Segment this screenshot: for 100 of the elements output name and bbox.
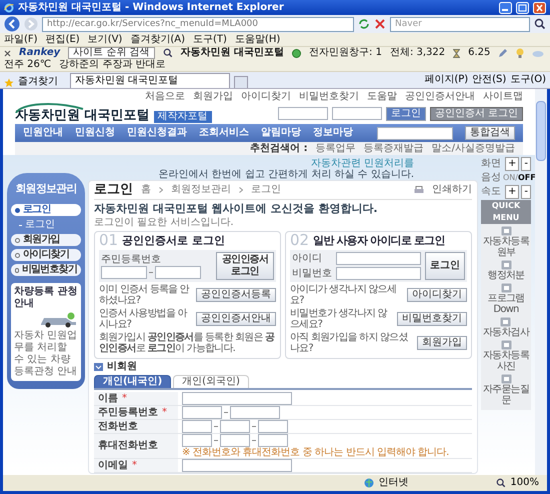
menu-item[interactable]: 즐겨찾기(A) — [130, 34, 185, 46]
quick-menu-item[interactable]: 행정처분 — [488, 260, 524, 281]
tab[interactable]: 개인(외국인) — [173, 375, 249, 388]
sidebar-item[interactable]: 비밀번호찾기 — [11, 264, 81, 276]
top-link[interactable]: 처음으로 — [145, 91, 185, 103]
input-field[interactable] — [377, 126, 453, 140]
forward-icon[interactable] — [24, 17, 38, 31]
input-field[interactable] — [220, 420, 250, 433]
top-link[interactable]: 사이트맵 — [483, 91, 523, 103]
menu-item[interactable]: 보기(V) — [88, 34, 122, 46]
close-icon[interactable] — [4, 50, 11, 56]
sidebar-subitem[interactable]: 로그인 — [11, 219, 81, 231]
menu-item[interactable]: 도움말(H) — [234, 34, 280, 46]
search-button[interactable]: 통합검색 — [465, 126, 515, 140]
top-link[interactable]: 도움말 — [367, 91, 397, 103]
nav-item[interactable]: 알림마당 — [261, 127, 301, 139]
input-field[interactable] — [182, 459, 292, 472]
help-button[interactable]: 공인인증서안내 — [196, 312, 276, 326]
nav-item[interactable]: 민원안내 — [23, 127, 63, 139]
menu-item[interactable]: 도구(T) — [193, 34, 227, 46]
quick-menu-item[interactable]: 자동차등록원부 — [481, 226, 531, 258]
help-text: 아이디가 생각나지 않으세요? — [290, 284, 397, 306]
quick-menu-item[interactable]: 자동차검사 — [482, 317, 529, 338]
login-button[interactable]: 로그인 — [386, 106, 426, 120]
printer-icon[interactable] — [414, 186, 424, 194]
quick-menu-item[interactable]: 프로그램 Down — [481, 283, 531, 315]
certificate-login-button[interactable]: 공인인증서 로그인 — [216, 252, 274, 280]
zoom-level[interactable]: 100% — [510, 477, 539, 489]
menu-item[interactable]: 편집(E) — [46, 34, 80, 46]
refresh-icon[interactable] — [358, 18, 370, 30]
input-field[interactable] — [155, 266, 201, 278]
sidebar-item[interactable]: 아이디찾기 — [11, 249, 81, 261]
input-field[interactable] — [101, 266, 147, 278]
menu-item[interactable]: 파일(F) — [4, 34, 38, 46]
help-button[interactable]: 공인인증서등록 — [196, 288, 276, 302]
breadcrumb-item[interactable]: 홈 — [141, 184, 151, 196]
scrollbar[interactable] — [535, 89, 547, 475]
address-field[interactable]: http://ecar.go.kr/Services?nc_menuId=MLA000 — [42, 16, 354, 32]
nav-item[interactable]: 민원신청결과 — [127, 127, 187, 139]
command-button[interactable]: 페이지(P) — [424, 74, 468, 86]
top-link[interactable]: 비밀번호찾기 — [299, 91, 359, 103]
breadcrumb-item[interactable]: 로그인 — [251, 184, 281, 196]
plus-button[interactable]: + — [505, 157, 520, 171]
top-link[interactable]: 회원가입 — [193, 91, 233, 103]
input-field[interactable] — [258, 434, 288, 447]
input-field[interactable] — [278, 107, 328, 120]
help-button[interactable]: 아이디찾기 — [407, 288, 467, 302]
input-field[interactable] — [182, 392, 292, 405]
help-button[interactable]: 회원가입 — [417, 336, 467, 350]
top-link[interactable]: 아이디찾기 — [241, 91, 291, 103]
site-name[interactable]: 자동차민원 대국민포털 — [180, 47, 284, 59]
minus-button[interactable]: - — [521, 185, 531, 199]
back-icon[interactable] — [4, 16, 20, 32]
input-field[interactable] — [332, 107, 382, 120]
news-ticker[interactable]: 강하준의 주장과 반대로 — [59, 59, 166, 71]
keyword-link[interactable]: 말소/사실증명발급 — [432, 142, 515, 154]
login-button[interactable]: 로그인 — [425, 252, 465, 280]
input-field[interactable] — [230, 406, 280, 419]
print-link[interactable]: 인쇄하기 — [432, 184, 472, 196]
plus-button[interactable]: + — [505, 185, 520, 199]
minimize-icon[interactable] — [499, 2, 512, 14]
star-icon[interactable] — [4, 78, 14, 88]
promo-card[interactable]: 차량등록 관청 안내 자동차 민원업무를 처리할 수 있는 차량등록관청 안내 — [11, 283, 81, 381]
toolbar-search-field[interactable]: 사이트 순위 검색 — [68, 47, 155, 59]
stop-icon[interactable] — [374, 18, 386, 30]
input-field[interactable] — [336, 252, 421, 265]
chevron-down-icon[interactable] — [94, 363, 103, 371]
input-field[interactable] — [336, 267, 421, 280]
favorites-button[interactable]: 즐겨찾기 — [18, 76, 58, 88]
keyword-link[interactable]: 등록업무 — [316, 142, 356, 154]
minus-button[interactable]: - — [521, 157, 531, 171]
input-field[interactable] — [258, 420, 288, 433]
sidebar-item[interactable]: 로그인 — [11, 204, 81, 216]
command-button[interactable]: 안전(S) — [472, 74, 506, 86]
keyword-link[interactable]: 등록증재발급 — [364, 142, 424, 154]
search-icon[interactable] — [534, 18, 546, 30]
input-field[interactable] — [220, 434, 250, 447]
bulb-icon[interactable] — [516, 48, 524, 58]
maximize-icon[interactable] — [516, 2, 529, 14]
tab[interactable]: 개인(내국인) — [94, 375, 172, 388]
browser-tab[interactable]: 자동차민원 대국민포털 — [70, 73, 230, 88]
quick-menu-item[interactable]: 자주묻는질문 — [481, 374, 531, 406]
input-field[interactable] — [182, 434, 212, 447]
breadcrumb-item[interactable]: 회원정보관리 — [171, 184, 231, 196]
top-link[interactable]: 공인인증서안내 — [405, 91, 475, 103]
command-button[interactable]: 도구(O) — [510, 74, 546, 86]
toolbar-brand[interactable]: Rankey — [19, 47, 60, 59]
site-logo[interactable]: 자동차민원 대국민포털 제작자포털 — [15, 103, 212, 124]
nav-item[interactable]: 민원신청 — [75, 127, 115, 139]
sidebar-item[interactable]: 회원가입 — [11, 234, 81, 246]
nav-item[interactable]: 정보마당 — [313, 127, 353, 139]
search-icon[interactable] — [162, 48, 173, 58]
input-field[interactable] — [182, 420, 212, 433]
quick-menu-item[interactable]: 자동차등록사진 — [481, 340, 531, 372]
new-tab-button[interactable] — [234, 76, 248, 88]
input-field[interactable] — [182, 406, 222, 419]
voice-toggle[interactable]: ON/OFF — [503, 172, 535, 184]
help-button[interactable]: 비밀번호찾기 — [397, 312, 467, 326]
nav-item[interactable]: 조회서비스 — [199, 127, 249, 139]
magnifier-icon[interactable] — [496, 478, 506, 488]
